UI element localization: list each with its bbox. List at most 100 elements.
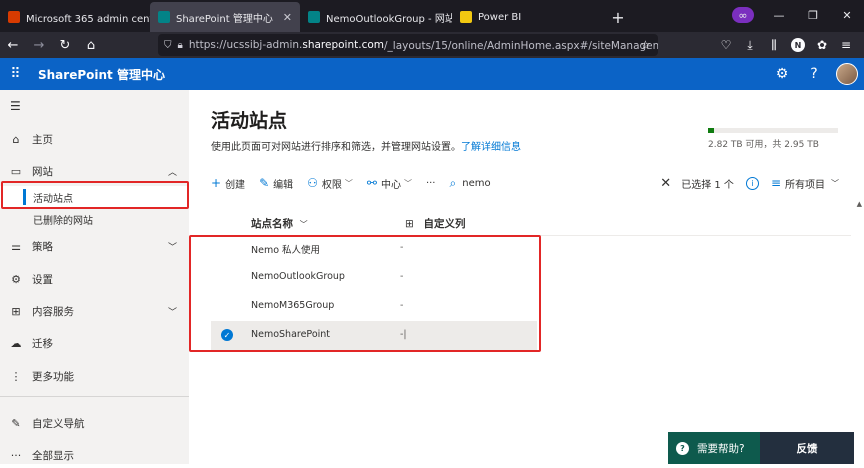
search-icon: ⌕ [449, 175, 457, 190]
restore-icon[interactable]: ❐ [796, 9, 830, 22]
column-header-site-name[interactable]: 站点名称 ﹀ [251, 216, 308, 231]
tab-title: Power BI [478, 11, 522, 23]
help-bar: ? 需要帮助? 反馈 [668, 432, 854, 464]
home-icon[interactable]: ⌂ [78, 38, 104, 53]
scrollbar[interactable]: ▲ [854, 98, 864, 464]
more-commands-button[interactable]: ··· [426, 178, 436, 189]
chevron-down-icon: ﹀ [167, 242, 177, 253]
browser-tab-sharepoint-admin[interactable]: SharePoint 管理中心 ✕ [150, 2, 300, 32]
download-icon[interactable]: ⤓ [738, 38, 762, 53]
nav-item-policies[interactable]: ⚌ 策略 ﹀ [0, 233, 189, 259]
reload-icon[interactable]: ↻ [52, 38, 78, 53]
search-box[interactable]: ⌕ nemo [450, 176, 491, 191]
command-bar: + 创建 ✎ 编辑 ⚇ 权限 ﹀ ⚯ 中心 ﹀ ··· ⌕ nemo ✕ 已选择… [211, 172, 851, 194]
table-row[interactable]: NemoOutlookGroup - [211, 263, 537, 292]
hub-label: 中心 [380, 179, 401, 191]
checkmark-icon[interactable]: ✓ [221, 329, 233, 341]
table-row[interactable]: NemoM365Group - [211, 292, 537, 321]
gear-icon: ⚙ [11, 272, 21, 286]
hub-button[interactable]: ⚯ 中心 ﹀ [367, 176, 412, 191]
site-name[interactable]: NemoM365Group [251, 300, 334, 311]
browser-tab-admin-center[interactable]: Microsoft 365 admin center - 组 [0, 2, 150, 32]
forward-icon[interactable]: → [26, 38, 52, 53]
home-icon: ⌂ [12, 132, 20, 146]
minimize-icon[interactable]: — [762, 9, 796, 22]
need-help-button[interactable]: ? 需要帮助? [668, 432, 760, 464]
help-icon[interactable]: ? [798, 66, 830, 82]
column-header-custom[interactable]: ⊞ 自定义列 [405, 216, 465, 231]
nav-item-home[interactable]: ⌂ 主页 [0, 126, 189, 152]
profile-avatar[interactable]: N [791, 38, 805, 52]
table-row-selected[interactable]: ✓ NemoSharePoint -| [211, 321, 537, 350]
table-row[interactable]: Nemo 私人使用 - [211, 234, 537, 263]
site-name[interactable]: NemoOutlookGroup [251, 271, 345, 282]
url-path: /_layouts/15/online/AdminHome.aspx#/site… [384, 39, 658, 52]
need-help-label: 需要帮助? [697, 442, 745, 455]
storage-text: 2.82 TB 可用，共 2.95 TB [708, 140, 819, 150]
site-name[interactable]: Nemo 私人使用 [251, 242, 320, 256]
chevron-up-icon: ︿ [167, 167, 177, 178]
browser-tab-strip: Microsoft 365 admin center - 组 SharePoin… [0, 0, 864, 32]
pocket-icon[interactable]: ♡ [714, 38, 738, 52]
nav-item-deleted-sites[interactable]: 已删除的网站 [0, 208, 189, 230]
chevron-down-icon: ﹀ [831, 178, 839, 188]
nav-item-customize-navigation[interactable]: ✎ 自定义导航 [0, 410, 189, 436]
create-button[interactable]: + 创建 [211, 176, 245, 191]
tab-title: SharePoint 管理中心 [176, 13, 273, 25]
nav-label: 迁移 [32, 337, 53, 350]
menu-icon[interactable]: ≡ [834, 38, 858, 52]
new-tab-button[interactable]: + [604, 2, 632, 32]
sharepoint-icon [308, 11, 320, 23]
permissions-label: 权限 [321, 179, 342, 191]
back-icon[interactable]: ← [0, 38, 26, 53]
site-name[interactable]: NemoSharePoint [251, 329, 330, 340]
column-label: 站点名称 [251, 218, 293, 230]
feedback-button[interactable]: 反馈 [760, 432, 854, 464]
shield-icon: ⛉ [164, 39, 172, 51]
more-label: ··· [425, 177, 436, 189]
url-bar[interactable]: ⛉ 🔒︎ https://ucssibj-admin. sharepoint.co… [158, 34, 658, 56]
bookmark-star-icon[interactable]: ☆ [640, 38, 651, 52]
edit-button[interactable]: ✎ 编辑 [259, 176, 293, 191]
feedback-label: 反馈 [796, 442, 818, 455]
nav-item-migration[interactable]: ☁ 迁移 [0, 330, 189, 356]
library-icon[interactable]: ⫼ [762, 38, 786, 53]
left-navigation: ☰ ⌂ 主页 ▭ 网站 ︿ 活动站点 已删除的网站 ⚌ 策略 ﹀ ⚙ 设置 ⊞ … [0, 90, 189, 464]
nav-label: 设置 [32, 273, 53, 286]
create-label: 创建 [225, 179, 246, 191]
app-launcher-icon[interactable]: ⠿ [0, 66, 30, 82]
view-selector[interactable]: 所有项目 [785, 176, 825, 191]
sharepoint-header: ⠿ SharePoint 管理中心 ⚙ ? [0, 58, 864, 90]
nav-item-sites[interactable]: ▭ 网站 ︿ [0, 158, 189, 184]
clear-selection-icon[interactable]: ✕ [660, 176, 671, 191]
hamburger-icon[interactable]: ☰ [10, 99, 21, 113]
nav-item-active-sites[interactable]: 活动站点 [0, 186, 189, 208]
content-services-icon: ⊞ [11, 304, 21, 318]
custom-value: -| [400, 329, 407, 340]
nav-item-content-services[interactable]: ⊞ 内容服务 ﹀ [0, 298, 189, 324]
window-close-icon[interactable]: ✕ [830, 9, 864, 22]
app-title[interactable]: SharePoint 管理中心 [38, 66, 165, 83]
info-icon[interactable]: i [745, 176, 759, 190]
close-icon[interactable]: ✕ [277, 11, 292, 24]
url-prefix: https://ucssibj-admin. [188, 39, 303, 51]
hub-icon: ⚯ [366, 176, 377, 190]
extension-icon[interactable]: ✿ [810, 38, 834, 52]
user-avatar[interactable] [836, 63, 858, 85]
browser-tab-power-bi[interactable]: Power BI [452, 2, 604, 32]
search-value[interactable]: nemo [462, 178, 490, 189]
browser-tab-nemo-outlook[interactable]: NemoOutlookGroup - 网站页面 [300, 2, 452, 32]
nav-item-more-features[interactable]: ⋮ 更多功能 [0, 363, 189, 389]
sites-icon: ▭ [10, 164, 22, 178]
settings-gear-icon[interactable]: ⚙ [766, 66, 798, 82]
permissions-button[interactable]: ⚇ 权限 ﹀ [307, 176, 353, 191]
plus-icon: + [211, 176, 222, 190]
learn-more-link[interactable]: 了解详细信息 [461, 142, 521, 153]
nav-item-settings[interactable]: ⚙ 设置 [0, 266, 189, 292]
office-icon [8, 11, 20, 23]
browser-toolbar-right: ♡ ⤓ ⫼ N ✿ ≡ [714, 32, 858, 58]
scroll-up-icon[interactable]: ▲ [857, 200, 862, 208]
tab-title: NemoOutlookGroup - 网站页面 [326, 13, 452, 25]
nav-item-show-all[interactable]: ··· 全部显示 [0, 442, 189, 468]
sharepoint-icon [158, 11, 170, 23]
